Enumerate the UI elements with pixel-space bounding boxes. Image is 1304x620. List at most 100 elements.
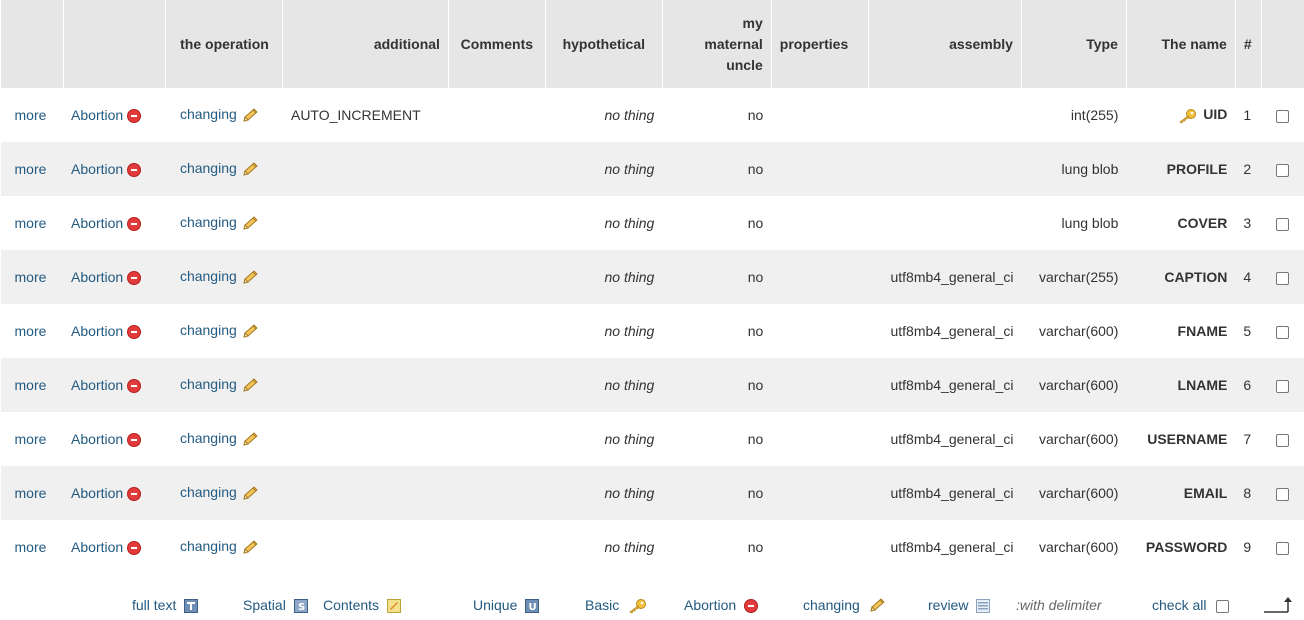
fulltext-button[interactable]: full text (132, 597, 199, 614)
more-link[interactable]: more (9, 161, 47, 177)
number-cell: 6 (1235, 358, 1262, 412)
drop-cell: Abortion (63, 196, 166, 250)
drop-column-button[interactable]: Abortion (71, 431, 142, 448)
change-column-button[interactable]: changing (174, 484, 259, 500)
comments-cell (448, 196, 546, 250)
drop-column-button[interactable]: Abortion (71, 376, 142, 394)
index-button[interactable]: Contents (323, 597, 401, 614)
arrow-up-icon[interactable] (1262, 595, 1292, 615)
null-cell: no (662, 142, 772, 196)
change-column-button[interactable]: changing (174, 214, 259, 230)
change-label: changing (179, 538, 237, 555)
default-cell: no thing (545, 196, 663, 250)
drop-column-button[interactable]: Abortion (71, 269, 142, 286)
svg-text:S: S (298, 602, 305, 613)
check-all-checkbox[interactable] (1216, 599, 1230, 613)
drop-column-button[interactable]: Abortion (71, 106, 142, 124)
spatial-button[interactable]: Spatial S (243, 597, 308, 614)
minus-circle-icon (127, 325, 142, 340)
check-all-control[interactable]: check all (1152, 597, 1230, 613)
type-cell: varchar(600) (1021, 520, 1127, 574)
header-uncle-line2: maternal (704, 35, 763, 52)
change-selected-button[interactable]: changing (803, 597, 886, 614)
table-row: more Abortion changing no thing no lung blob P… (0, 142, 1304, 196)
change-label: changing (179, 268, 237, 285)
drop-column-button[interactable]: Abortion (71, 322, 142, 340)
row-checkbox[interactable] (1276, 217, 1290, 231)
more-link[interactable]: more (9, 269, 47, 285)
change-column-button[interactable]: changing (174, 538, 259, 554)
null-cell: no (662, 250, 772, 304)
null-cell: no (662, 358, 772, 412)
svg-text:U: U (529, 602, 537, 613)
default-cell: no thing (545, 358, 663, 412)
row-checkbox[interactable] (1276, 109, 1290, 123)
more-link[interactable]: more (9, 539, 47, 555)
change-column-button[interactable]: changing (174, 106, 259, 122)
drop-selected-button[interactable]: Abortion (684, 597, 759, 614)
change-label: changing (179, 322, 237, 339)
row-checkbox[interactable] (1276, 325, 1290, 339)
header-maternal-uncle: my maternal uncle (661, 0, 772, 88)
pencil-icon (243, 270, 258, 284)
row-checkbox[interactable] (1276, 541, 1290, 555)
drop-column-button[interactable]: Abortion (71, 215, 142, 232)
more-link[interactable]: more (9, 215, 47, 231)
drop-label: Abortion (71, 376, 124, 393)
type-cell: varchar(600) (1021, 412, 1127, 466)
properties-cell (771, 88, 869, 142)
row-checkbox[interactable] (1276, 487, 1290, 501)
more-cell: more (0, 358, 64, 412)
select-cell (1261, 358, 1304, 412)
collation-cell (868, 196, 1022, 250)
drop-label: Abortion (71, 106, 124, 123)
drop-column-button[interactable]: Abortion (71, 485, 142, 502)
column-name: COVER (1177, 215, 1228, 231)
unique-button[interactable]: Unique U (473, 597, 540, 614)
footer-actions: full text Spatial S Contents Unique U Ba… (0, 593, 1304, 620)
drop-column-button[interactable]: Abortion (71, 161, 142, 178)
type-cell: lung blob (1021, 196, 1127, 250)
row-checkbox[interactable] (1276, 379, 1290, 393)
more-link[interactable]: more (9, 107, 47, 123)
index-label: Contents (323, 597, 380, 613)
change-column-button[interactable]: changing (174, 322, 259, 338)
more-link[interactable]: more (9, 431, 47, 447)
comments-cell (448, 412, 546, 466)
minus-circle-icon (127, 109, 142, 124)
drop-cell: Abortion (63, 466, 166, 520)
header-assembly: assembly (867, 0, 1022, 88)
header-empty-more (0, 0, 64, 88)
select-cell (1261, 412, 1304, 466)
header-uncle-line3: uncle (726, 56, 763, 73)
row-checkbox[interactable] (1276, 163, 1290, 177)
more-link[interactable]: more (9, 323, 47, 339)
change-label: changing (179, 484, 237, 501)
drop-cell: Abortion (63, 142, 166, 196)
spatial-label: Spatial (243, 597, 286, 613)
browse-button[interactable]: review (928, 597, 991, 614)
table-row: more Abortion changing no thing no utf8mb4_ge… (0, 358, 1304, 412)
properties-cell (771, 466, 869, 520)
drop-column-button[interactable]: Abortion (71, 539, 142, 556)
more-cell: more (0, 304, 64, 358)
select-cell (1261, 142, 1304, 196)
change-column-button[interactable]: changing (174, 430, 259, 446)
more-link[interactable]: more (9, 485, 47, 501)
change-cell: changing (165, 520, 283, 574)
browse-icon (976, 599, 991, 614)
change-label: changing (179, 430, 237, 447)
more-link[interactable]: more (9, 377, 47, 393)
primary-button[interactable]: Basic (585, 597, 647, 614)
change-column-button[interactable]: changing (174, 268, 259, 284)
column-name: LNAME (1177, 377, 1228, 393)
change-column-button[interactable]: changing (174, 160, 259, 176)
drop-label: Abortion (71, 322, 124, 339)
pencil-icon (243, 216, 258, 230)
name-cell: CAPTION (1126, 250, 1236, 304)
properties-cell (771, 304, 869, 358)
row-checkbox[interactable] (1276, 271, 1290, 285)
row-checkbox[interactable] (1276, 433, 1290, 447)
change-column-button[interactable]: changing (174, 376, 259, 392)
table-header-row: the operation additional Comments hypoth… (0, 0, 1304, 88)
